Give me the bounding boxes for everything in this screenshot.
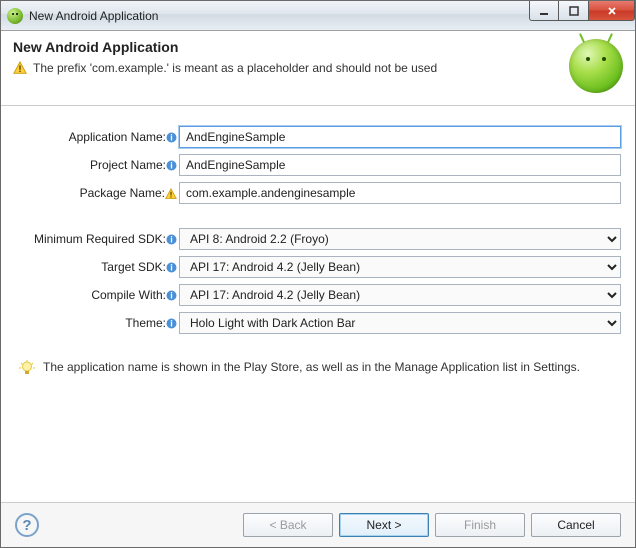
- page-title: New Android Application: [13, 39, 569, 55]
- target-sdk-label: Target SDK:i: [15, 260, 179, 274]
- application-name-row: Application Name:i: [15, 126, 621, 148]
- android-app-icon: [7, 8, 23, 24]
- package-name-input[interactable]: [179, 182, 621, 204]
- svg-text:i: i: [170, 133, 173, 143]
- lightbulb-icon: [19, 360, 35, 376]
- window-title: New Android Application: [29, 9, 529, 23]
- finish-button[interactable]: Finish: [435, 513, 525, 537]
- wizard-header: New Android Application The prefix 'com.…: [1, 31, 635, 106]
- svg-text:i: i: [170, 319, 173, 329]
- theme-select[interactable]: Holo Light with Dark Action Bar: [179, 312, 621, 334]
- minimize-button[interactable]: [529, 1, 559, 21]
- title-bar[interactable]: New Android Application: [1, 1, 635, 31]
- theme-row: Theme:i Holo Light with Dark Action Bar: [15, 312, 621, 334]
- target-sdk-select[interactable]: API 17: Android 4.2 (Jelly Bean): [179, 256, 621, 278]
- compile-with-label: Compile With:i: [15, 288, 179, 302]
- info-icon: i: [166, 290, 177, 301]
- window-controls: [529, 1, 635, 21]
- min-sdk-row: Minimum Required SDK:i API 8: Android 2.…: [15, 228, 621, 250]
- cancel-button[interactable]: Cancel: [531, 513, 621, 537]
- package-name-label: Package Name:: [15, 186, 179, 200]
- target-sdk-row: Target SDK:i API 17: Android 4.2 (Jelly …: [15, 256, 621, 278]
- maximize-button[interactable]: [559, 1, 589, 21]
- help-button[interactable]: ?: [15, 513, 39, 537]
- application-name-input[interactable]: [179, 126, 621, 148]
- warning-text: The prefix 'com.example.' is meant as a …: [33, 61, 437, 75]
- info-icon: i: [166, 262, 177, 273]
- svg-text:i: i: [170, 161, 173, 171]
- next-button[interactable]: Next >: [339, 513, 429, 537]
- project-name-input[interactable]: [179, 154, 621, 176]
- android-logo-icon: [569, 39, 623, 93]
- compile-with-row: Compile With:i API 17: Android 4.2 (Jell…: [15, 284, 621, 306]
- form-content: Application Name:i Project Name:i Packag…: [1, 106, 635, 502]
- info-icon: i: [166, 160, 177, 171]
- header-warning: The prefix 'com.example.' is meant as a …: [13, 61, 569, 75]
- application-name-label: Application Name:i: [15, 130, 179, 144]
- compile-with-select[interactable]: API 17: Android 4.2 (Jelly Bean): [179, 284, 621, 306]
- hint-area: The application name is shown in the Pla…: [15, 360, 621, 376]
- info-icon: i: [166, 234, 177, 245]
- package-name-row: Package Name:: [15, 182, 621, 204]
- info-icon: i: [166, 318, 177, 329]
- min-sdk-label: Minimum Required SDK:i: [15, 232, 179, 246]
- svg-text:i: i: [170, 291, 173, 301]
- min-sdk-select[interactable]: API 8: Android 2.2 (Froyo): [179, 228, 621, 250]
- warning-icon: [13, 61, 27, 75]
- theme-label: Theme:i: [15, 316, 179, 330]
- wizard-footer: ? < Back Next > Finish Cancel: [1, 502, 635, 547]
- warning-icon: [165, 188, 177, 200]
- svg-text:i: i: [170, 235, 173, 245]
- dialog-window: New Android Application New Android Appl…: [0, 0, 636, 548]
- project-name-row: Project Name:i: [15, 154, 621, 176]
- hint-text: The application name is shown in the Pla…: [43, 360, 580, 374]
- info-icon: i: [166, 132, 177, 143]
- project-name-label: Project Name:i: [15, 158, 179, 172]
- back-button[interactable]: < Back: [243, 513, 333, 537]
- svg-text:i: i: [170, 263, 173, 273]
- close-button[interactable]: [589, 1, 635, 21]
